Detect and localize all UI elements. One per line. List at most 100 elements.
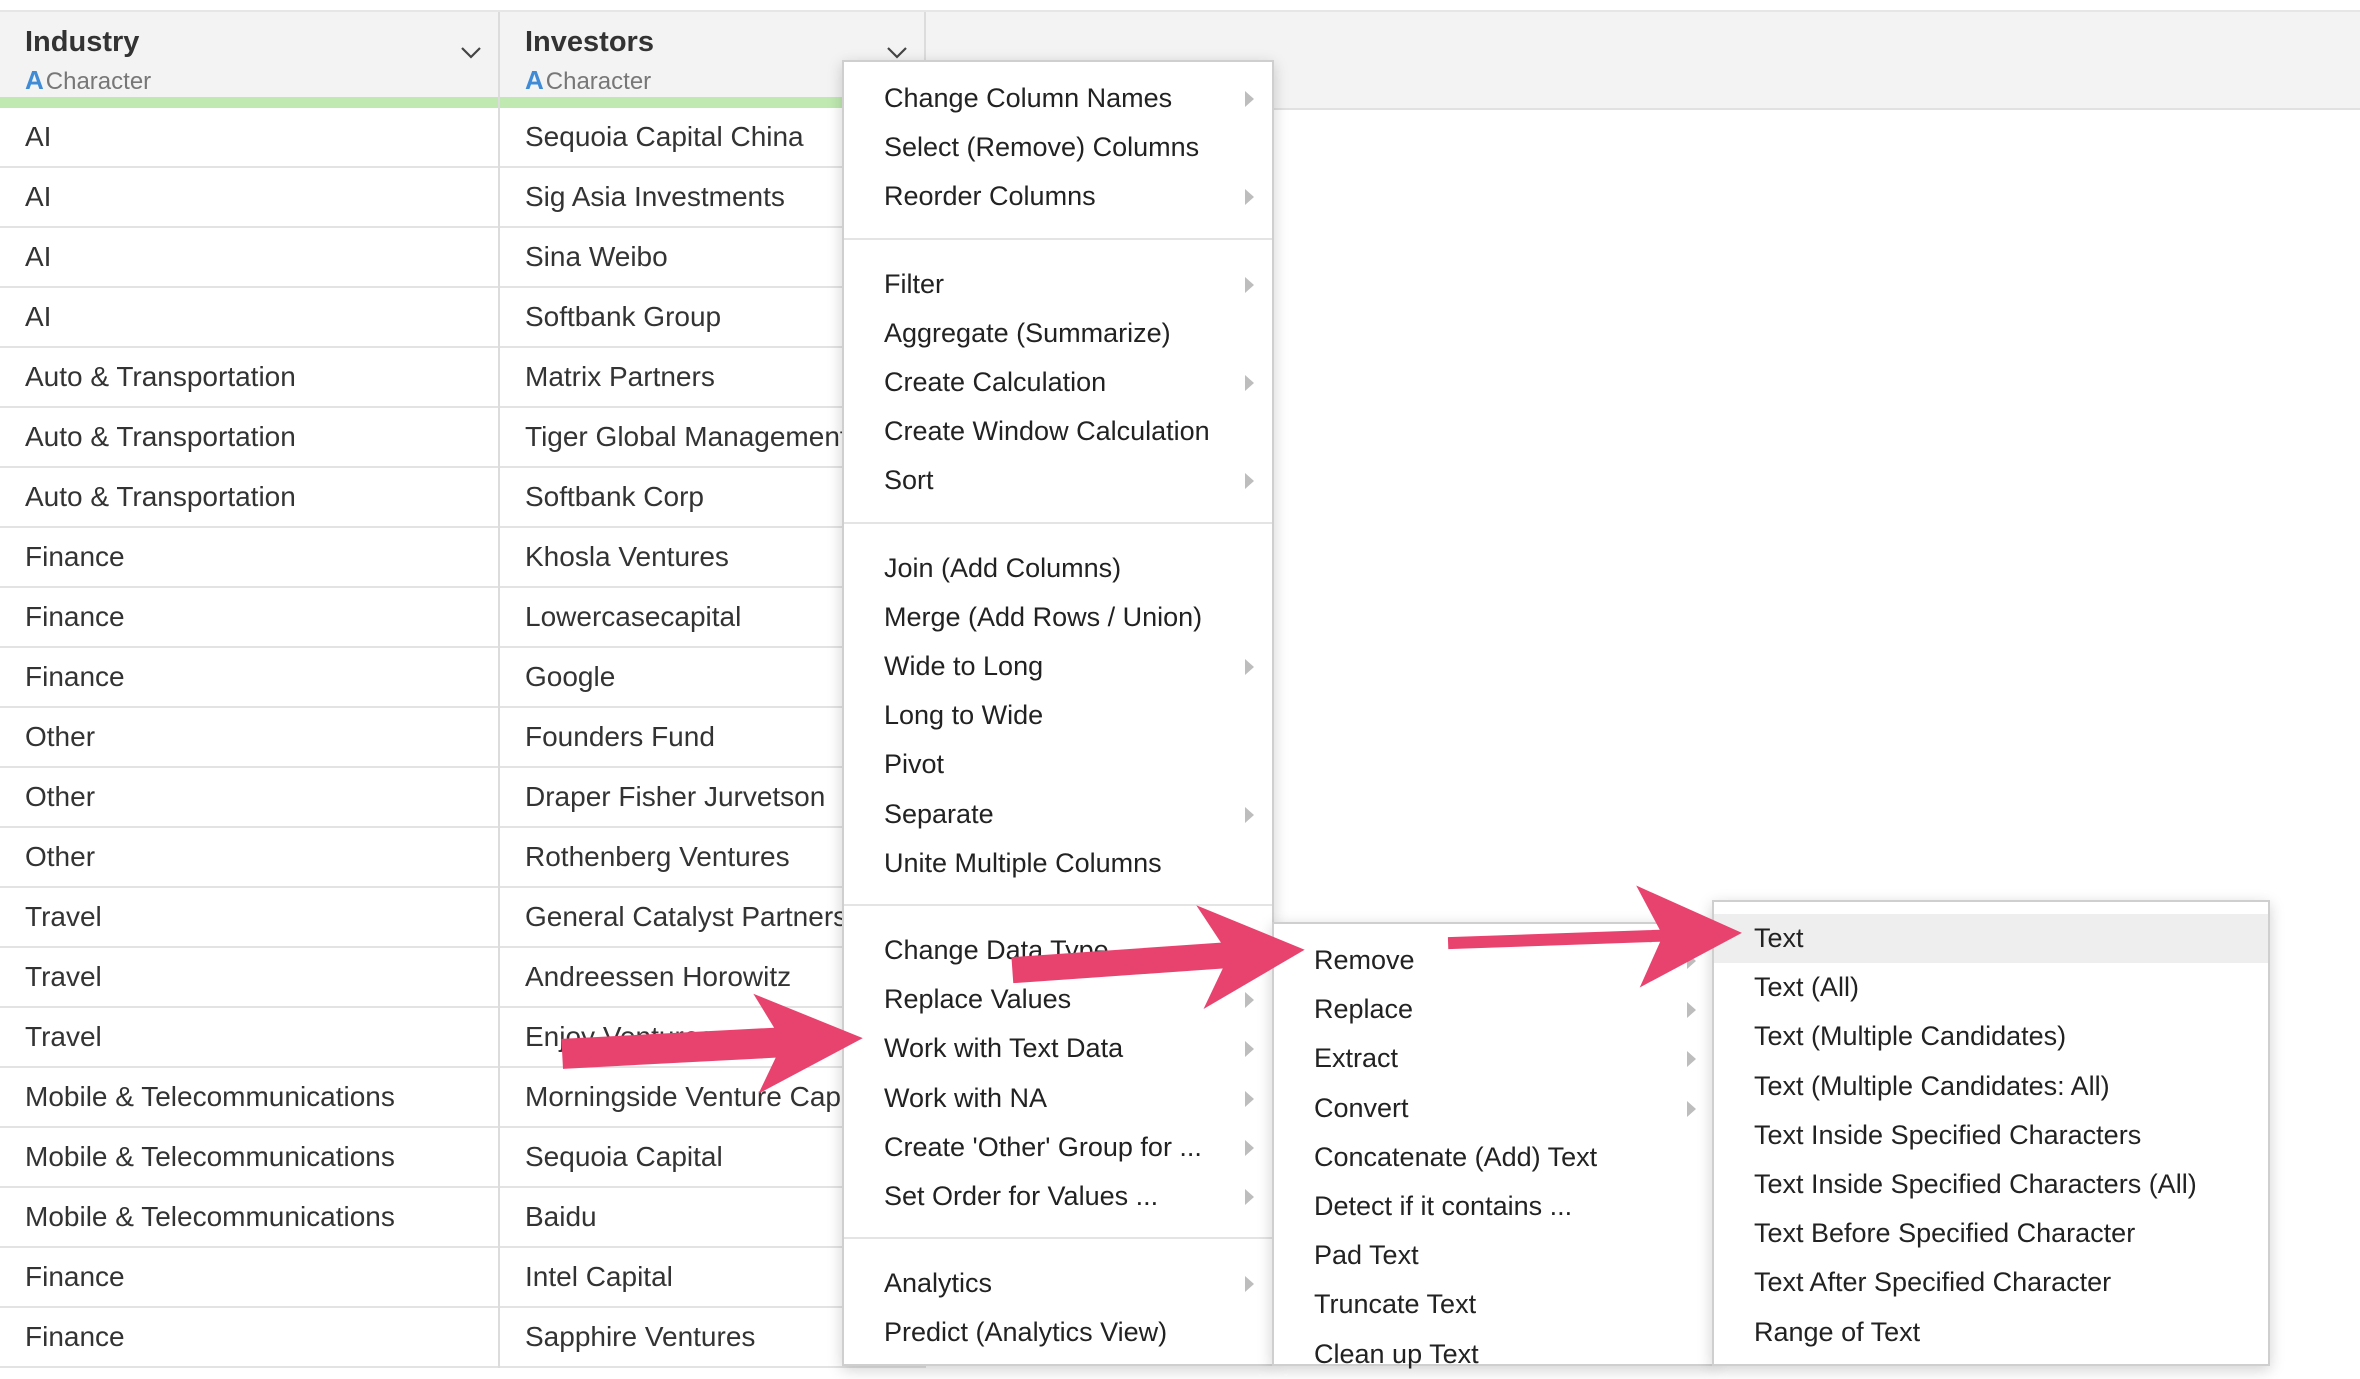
- text-menu-item-extract[interactable]: Extract: [1274, 1034, 1714, 1083]
- menu-separator: [844, 1237, 1272, 1240]
- menu-item-work-with-na[interactable]: Work with NA: [844, 1074, 1272, 1123]
- industry-cell[interactable]: AI: [0, 228, 500, 288]
- menu-item-create-other-group-for[interactable]: Create 'Other' Group for ...: [844, 1123, 1272, 1172]
- menu-item-label: Extract: [1314, 1043, 1399, 1074]
- industry-cell[interactable]: Travel: [0, 888, 500, 948]
- menu-item-label: Text (All): [1754, 972, 1860, 1003]
- chevron-right-icon: [1245, 473, 1254, 490]
- table-row: Finance Google: [0, 648, 926, 708]
- table-row: AI Sig Asia Investments: [0, 168, 926, 228]
- industry-cell[interactable]: Mobile & Telecommunications: [0, 1068, 500, 1128]
- industry-cell[interactable]: Finance: [0, 1308, 500, 1368]
- remove-submenu: Text Text (All) Text (Multiple Candidates)…: [1712, 900, 2270, 1366]
- menu-item-label: Range of Text: [1754, 1316, 1921, 1347]
- remove-menu-item-text-all[interactable]: Text (All): [1714, 963, 2268, 1012]
- menu-item-label: Detect if it contains ...: [1314, 1191, 1573, 1221]
- menu-item-merge-add-rows-union[interactable]: Merge (Add Rows / Union): [844, 593, 1272, 642]
- industry-cell[interactable]: Finance: [0, 1248, 500, 1308]
- table-row: Mobile & Telecommunications Sequoia Capit…: [0, 1128, 926, 1188]
- remove-menu-item-text-after-specified-character[interactable]: Text After Specified Character: [1714, 1258, 2268, 1307]
- menu-item-set-order-for-values[interactable]: Set Order for Values ...: [844, 1172, 1272, 1221]
- column-name: Industry: [25, 26, 140, 58]
- industry-cell[interactable]: AI: [0, 108, 500, 168]
- menu-item-label: Unite Multiple Columns: [884, 847, 1162, 878]
- table-row: Auto & Transportation Tiger Global Manage…: [0, 408, 926, 468]
- menu-item-label: Sort: [884, 465, 934, 496]
- industry-cell[interactable]: Auto & Transportation: [0, 468, 500, 528]
- industry-cell[interactable]: Mobile & Telecommunications: [0, 1128, 500, 1188]
- menu-item-label: Select (Remove) Columns: [884, 132, 1200, 163]
- text-menu-item-concatenate-add-text[interactable]: Concatenate (Add) Text: [1274, 1133, 1714, 1182]
- remove-menu-item-text[interactable]: Text: [1714, 914, 2268, 963]
- menu-item-unite-multiple-columns[interactable]: Unite Multiple Columns: [844, 839, 1272, 888]
- menu-item-analytics[interactable]: Analytics: [844, 1259, 1272, 1308]
- industry-cell[interactable]: Finance: [0, 588, 500, 648]
- chevron-right-icon: [1245, 1276, 1254, 1293]
- industry-cell[interactable]: Other: [0, 768, 500, 828]
- industry-cell[interactable]: Travel: [0, 948, 500, 1008]
- chevron-right-icon: [1245, 375, 1254, 391]
- text-menu-item-detect-if-it-contains[interactable]: Detect if it contains ...: [1274, 1182, 1714, 1231]
- menu-item-select-remove-columns[interactable]: Select (Remove) Columns: [844, 123, 1272, 172]
- table-row: Mobile & Telecommunications Baidu: [0, 1188, 926, 1248]
- menu-item-filter[interactable]: Filter: [844, 260, 1272, 309]
- column-name: Investors: [525, 26, 654, 58]
- menu-item-sort[interactable]: Sort: [844, 456, 1272, 505]
- table-row: Mobile & Telecommunications Morningside V…: [0, 1068, 926, 1128]
- industry-cell[interactable]: Finance: [0, 528, 500, 588]
- character-type-icon: A: [525, 65, 544, 95]
- menu-item-label: Change Column Names: [884, 83, 1173, 113]
- industry-cell[interactable]: Other: [0, 828, 500, 888]
- remove-menu-item-text-inside-specified-characters[interactable]: Text Inside Specified Characters: [1714, 1111, 2268, 1160]
- menu-item-aggregate-summarize[interactable]: Aggregate (Summarize): [844, 309, 1272, 358]
- industry-cell[interactable]: Mobile & Telecommunications: [0, 1188, 500, 1248]
- menu-item-reorder-columns[interactable]: Reorder Columns: [844, 172, 1272, 221]
- column-header-industry[interactable]: Industry ACharacter: [0, 12, 500, 108]
- chevron-right-icon: [1687, 1002, 1696, 1019]
- menu-item-label: Text Inside Specified Characters: [1754, 1119, 2142, 1150]
- menu-item-label: Set Order for Values ...: [884, 1181, 1159, 1211]
- menu-item-label: Join (Add Columns): [884, 552, 1122, 583]
- remove-menu-item-text-inside-specified-characters-all[interactable]: Text Inside Specified Characters (All): [1714, 1160, 2268, 1209]
- remove-menu-item-text-before-specified-character[interactable]: Text Before Specified Character: [1714, 1209, 2268, 1258]
- chevron-right-icon: [1687, 1100, 1696, 1117]
- industry-cell[interactable]: AI: [0, 288, 500, 348]
- menu-item-label: Separate: [884, 798, 994, 829]
- text-menu-item-replace[interactable]: Replace: [1274, 985, 1714, 1034]
- menu-item-pivot[interactable]: Pivot: [844, 740, 1272, 789]
- industry-cell[interactable]: Finance: [0, 648, 500, 708]
- remove-menu-item-range-of-text[interactable]: Range of Text: [1714, 1308, 2268, 1357]
- character-type-icon: A: [25, 65, 44, 95]
- industry-cell[interactable]: AI: [0, 168, 500, 228]
- menu-item-wide-to-long[interactable]: Wide to Long: [844, 642, 1272, 691]
- menu-item-predict-analytics-view[interactable]: Predict (Analytics View): [844, 1308, 1272, 1357]
- industry-cell[interactable]: Other: [0, 708, 500, 768]
- industry-cell[interactable]: Travel: [0, 1008, 500, 1068]
- column-quality-bar: [0, 97, 498, 108]
- chevron-right-icon: [1687, 953, 1696, 969]
- text-menu-item-convert[interactable]: Convert: [1274, 1084, 1714, 1133]
- menu-item-long-to-wide[interactable]: Long to Wide: [844, 691, 1272, 740]
- text-menu-item-pad-text[interactable]: Pad Text: [1274, 1231, 1714, 1280]
- menu-item-create-calculation[interactable]: Create Calculation: [844, 358, 1272, 407]
- menu-item-change-data-type[interactable]: Change Data Type: [844, 926, 1272, 975]
- menu-item-replace-values[interactable]: Replace Values: [844, 975, 1272, 1024]
- text-menu-item-truncate-text[interactable]: Truncate Text: [1274, 1280, 1714, 1329]
- column-context-menu: Change Column Names Select (Remove) Colum…: [842, 60, 1274, 1366]
- menu-item-create-window-calculation[interactable]: Create Window Calculation: [844, 407, 1272, 456]
- chevron-down-icon[interactable]: [458, 40, 484, 66]
- menu-item-change-column-names[interactable]: Change Column Names: [844, 74, 1272, 123]
- remove-menu-item-text-multiple-candidates-all[interactable]: Text (Multiple Candidates: All): [1714, 1062, 2268, 1111]
- menu-item-separate[interactable]: Separate: [844, 790, 1272, 839]
- text-menu-item-remove[interactable]: Remove: [1274, 936, 1714, 985]
- remove-menu-item-text-multiple-candidates[interactable]: Text (Multiple Candidates): [1714, 1012, 2268, 1061]
- text-menu-item-clean-up-text[interactable]: Clean up Text: [1274, 1330, 1714, 1379]
- table-row: Finance Khosla Ventures: [0, 528, 926, 588]
- menu-item-join-add-columns[interactable]: Join (Add Columns): [844, 544, 1272, 593]
- table-row: Auto & Transportation Softbank Corp: [0, 468, 926, 528]
- industry-cell[interactable]: Auto & Transportation: [0, 408, 500, 468]
- industry-cell[interactable]: Auto & Transportation: [0, 348, 500, 408]
- table-row: Travel Andreessen Horowitz: [0, 948, 926, 1008]
- menu-item-work-with-text-data[interactable]: Work with Text Data: [844, 1024, 1272, 1073]
- menu-item-label: Text (Multiple Candidates): [1754, 1021, 2067, 1052]
